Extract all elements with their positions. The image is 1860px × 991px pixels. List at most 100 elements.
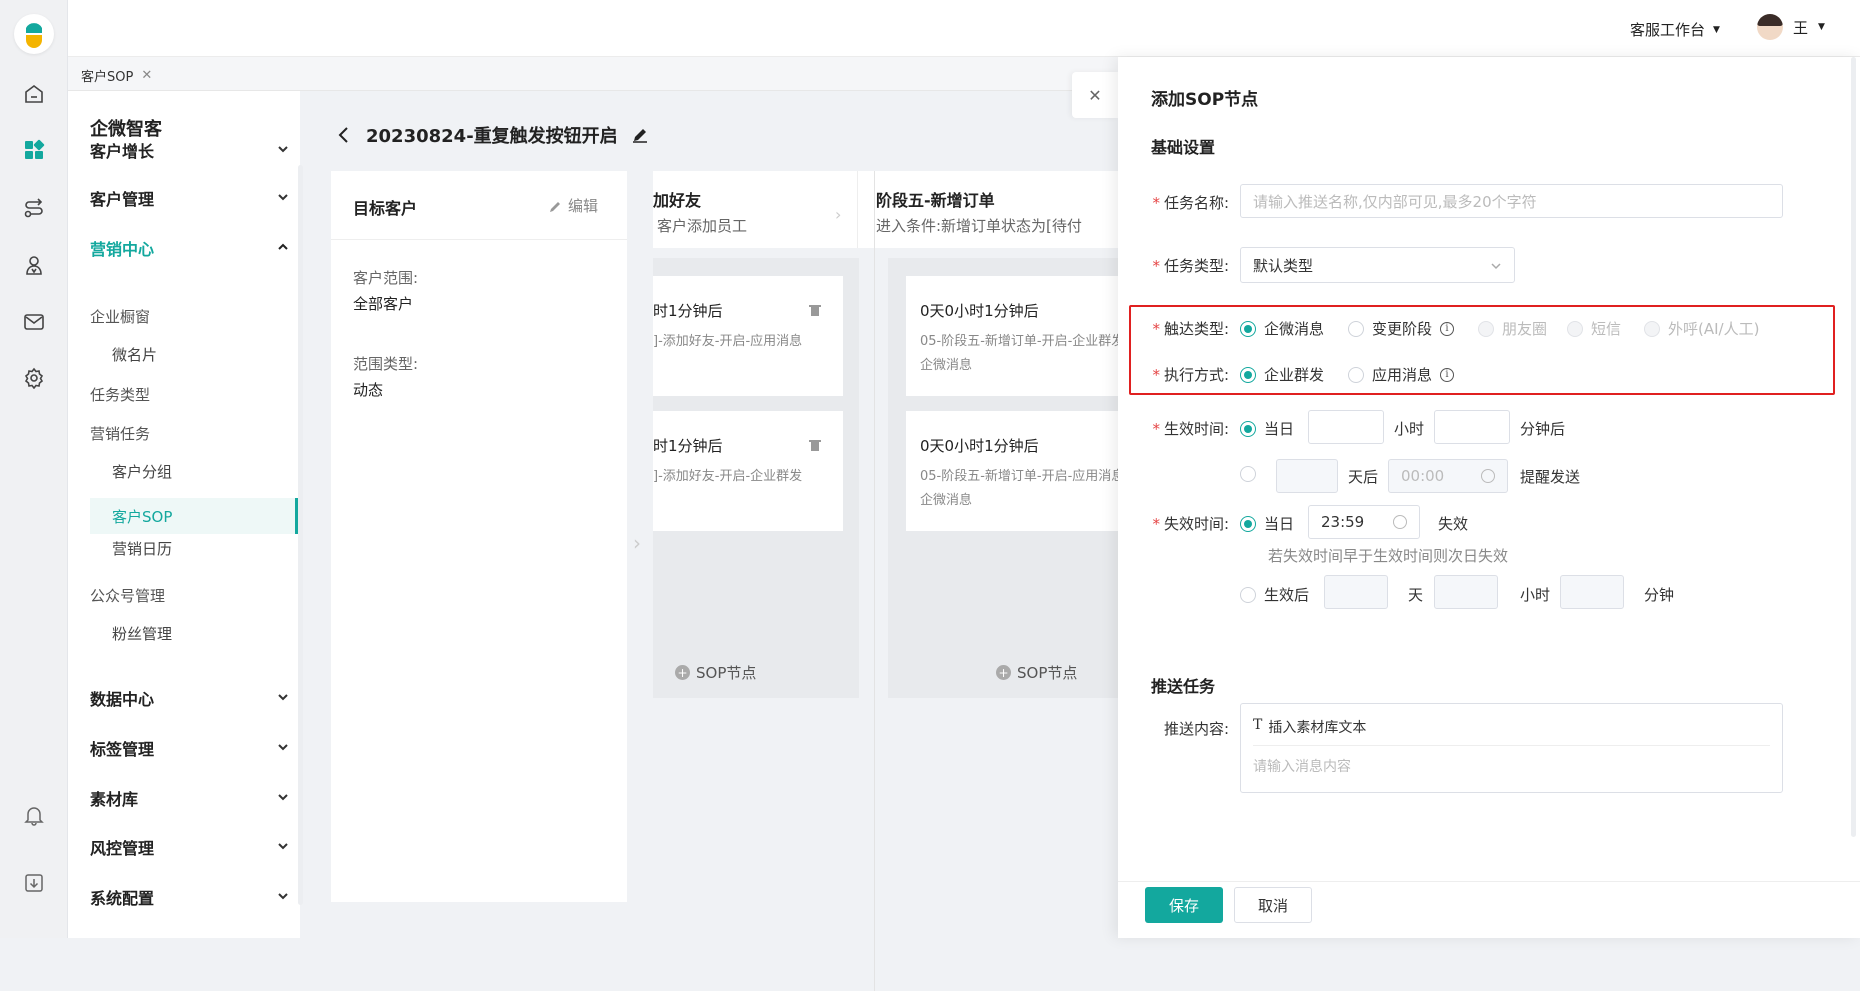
sop-node-card[interactable]: 0天0小时1分钟后 05-阶段五-新增订单-开启-应用消息 企微消息 bbox=[906, 411, 1118, 531]
nav-item-calendar[interactable]: 营销日历 bbox=[112, 538, 172, 559]
download-icon[interactable] bbox=[19, 868, 49, 898]
radio-circle bbox=[1240, 586, 1256, 603]
info-icon[interactable]: i bbox=[1440, 321, 1455, 336]
mail-icon[interactable] bbox=[19, 307, 49, 337]
hour-unit: 小时 bbox=[1520, 586, 1551, 604]
task-name-input[interactable]: 请输入推送名称,仅内部可见,最多20个字符 bbox=[1240, 184, 1783, 218]
stage4-column: 时1分钟后 ]-添加好友-开启-应用消息 时1分钟后 ]-添加好友-开启-企业群… bbox=[653, 258, 859, 698]
info-icon[interactable]: i bbox=[1440, 367, 1455, 382]
drawer-close-button[interactable]: ✕ bbox=[1072, 72, 1118, 118]
stage4-condition: 客户添加员工 bbox=[657, 217, 748, 235]
sidebar-scrollbar[interactable] bbox=[298, 165, 303, 905]
nav-item-fans[interactable]: 粉丝管理 bbox=[112, 623, 172, 644]
exec-radio-app-msg[interactable]: 应用消息 i bbox=[1348, 364, 1455, 385]
expire-time-picker[interactable]: 23:59 bbox=[1308, 505, 1420, 539]
expire-radio-after-effective[interactable]: 生效后 bbox=[1240, 584, 1309, 605]
customer-icon[interactable] bbox=[19, 250, 49, 280]
add-sop-node-button[interactable]: + SOP节点 bbox=[675, 662, 756, 683]
column-divider bbox=[874, 171, 875, 991]
back-arrow-icon[interactable] bbox=[336, 126, 352, 144]
page-title: 20230824-重复触发按钮开启 bbox=[366, 126, 618, 147]
remind-time-picker[interactable]: 00:00 bbox=[1388, 459, 1508, 493]
message-textarea[interactable]: 请输入消息内容 bbox=[1253, 756, 1351, 776]
push-task-heading: 推送任务 bbox=[1151, 677, 1216, 696]
time-placeholder: 00:00 bbox=[1401, 467, 1445, 485]
sop-node-card[interactable]: 时1分钟后 ]-添加好友-开启-应用消息 bbox=[653, 276, 843, 396]
nav-label: 数据中心 bbox=[90, 690, 155, 709]
days-after-unit: 天后 bbox=[1348, 468, 1379, 486]
nav-risk[interactable]: 风控管理 bbox=[90, 832, 290, 862]
nav-customer-manage[interactable]: 客户管理 bbox=[90, 183, 290, 213]
edit-icon bbox=[550, 201, 560, 212]
edit-pencil-icon[interactable] bbox=[632, 127, 648, 143]
nav-item-task-type[interactable]: 任务类型 bbox=[90, 384, 150, 405]
after-minutes-input[interactable] bbox=[1560, 575, 1624, 609]
radio-circle bbox=[1478, 320, 1494, 337]
apps-icon[interactable] bbox=[19, 135, 49, 165]
nav-item-group[interactable]: 客户分组 bbox=[112, 461, 172, 482]
effective-radio-same-day[interactable]: 当日 bbox=[1240, 418, 1294, 439]
home-icon[interactable] bbox=[19, 79, 49, 109]
clock-icon bbox=[1393, 515, 1407, 529]
radio-label: 朋友圈 bbox=[1502, 320, 1548, 338]
reach-radio-wecom[interactable]: 企微消息 bbox=[1240, 318, 1324, 339]
effective-minute-input[interactable] bbox=[1434, 410, 1510, 444]
day-unit: 天 bbox=[1408, 586, 1424, 604]
nav-materials[interactable]: 素材库 bbox=[90, 783, 290, 813]
remind-send-text: 提醒发送 bbox=[1520, 468, 1581, 486]
radio-circle bbox=[1240, 420, 1256, 437]
app-logo[interactable] bbox=[14, 14, 54, 54]
nav-label: 系统配置 bbox=[90, 889, 155, 908]
add-sop-node-button[interactable]: + SOP节点 bbox=[996, 662, 1077, 683]
settings-icon[interactable] bbox=[19, 363, 49, 393]
bell-icon[interactable] bbox=[19, 800, 49, 830]
expire-time-value: 23:59 bbox=[1321, 513, 1365, 531]
task-type-select[interactable]: 默认类型 bbox=[1240, 247, 1515, 283]
reach-type-label: * 触达类型: bbox=[1152, 320, 1229, 338]
insert-text-label: 插入素材库文本 bbox=[1268, 720, 1367, 736]
sop-node-card[interactable]: 0天0小时1分钟后 05-阶段五-新增订单-开启-企业群发 企微消息 bbox=[906, 276, 1118, 396]
push-content-editor[interactable]: T 插入素材库文本 请输入消息内容 bbox=[1240, 703, 1783, 793]
flow-icon[interactable] bbox=[19, 193, 49, 223]
node-channel: 企微消息 bbox=[920, 493, 973, 508]
expire-radio-same-day[interactable]: 当日 bbox=[1240, 513, 1294, 534]
plus-circle-icon: + bbox=[675, 665, 690, 680]
drawer-scrollbar[interactable] bbox=[1851, 57, 1856, 837]
workspace-switcher[interactable]: 客服工作台 ▼ bbox=[1630, 19, 1720, 40]
insert-material-text-button[interactable]: T 插入素材库文本 bbox=[1253, 717, 1366, 737]
nav-marketing-center[interactable]: 营销中心 bbox=[90, 233, 290, 263]
exec-radio-group-send[interactable]: 企业群发 bbox=[1240, 364, 1324, 385]
target-edit-button[interactable]: 编辑 bbox=[549, 195, 598, 216]
delete-icon[interactable] bbox=[809, 304, 821, 317]
nav-system[interactable]: 系统配置 bbox=[90, 882, 290, 912]
radio-label: 企业群发 bbox=[1264, 366, 1325, 384]
after-hours-input[interactable] bbox=[1434, 575, 1498, 609]
effective-radio-days-after[interactable] bbox=[1240, 466, 1256, 482]
user-name: 王 bbox=[1793, 18, 1809, 37]
reach-radio-stage[interactable]: 变更阶段 i bbox=[1348, 318, 1455, 339]
effective-hour-input[interactable] bbox=[1308, 410, 1384, 444]
nav-label: 营销中心 bbox=[90, 240, 155, 259]
user-menu[interactable]: 王 ▼ bbox=[1757, 14, 1825, 40]
sop-node-card[interactable]: 时1分钟后 ]-添加好友-开启-企业群发 bbox=[653, 411, 843, 531]
nav-customer-growth[interactable]: 客户增长 bbox=[90, 135, 290, 165]
after-days-input[interactable] bbox=[1324, 575, 1388, 609]
cancel-button[interactable]: 取消 bbox=[1234, 887, 1312, 923]
delete-icon[interactable] bbox=[809, 439, 821, 452]
nav-item-card[interactable]: 微名片 bbox=[112, 344, 157, 365]
sidebar: 企微智客 客户增长 客户管理 营销中心 企业橱窗 微名片 任务类型 营销任务 客… bbox=[68, 91, 300, 938]
effective-time-label: * 生效时间: bbox=[1152, 420, 1229, 438]
chevron-down-icon bbox=[278, 843, 288, 850]
tab-customer-sop[interactable]: 客户SOP ✕ bbox=[81, 66, 152, 85]
divider bbox=[857, 171, 858, 248]
node-desc: ]-添加好友-开启-应用消息 bbox=[653, 334, 803, 349]
nav-label: 风控管理 bbox=[90, 839, 155, 858]
nav-data-center[interactable]: 数据中心 bbox=[90, 683, 290, 713]
nav-item-sop[interactable]: 客户SOP bbox=[90, 498, 298, 534]
basic-settings-heading: 基础设置 bbox=[1151, 138, 1216, 157]
close-icon[interactable]: ✕ bbox=[141, 68, 152, 83]
nav-tags[interactable]: 标签管理 bbox=[90, 733, 290, 763]
node-channel: 企微消息 bbox=[920, 358, 973, 373]
save-button[interactable]: 保存 bbox=[1145, 887, 1223, 923]
days-after-input[interactable] bbox=[1276, 459, 1338, 493]
